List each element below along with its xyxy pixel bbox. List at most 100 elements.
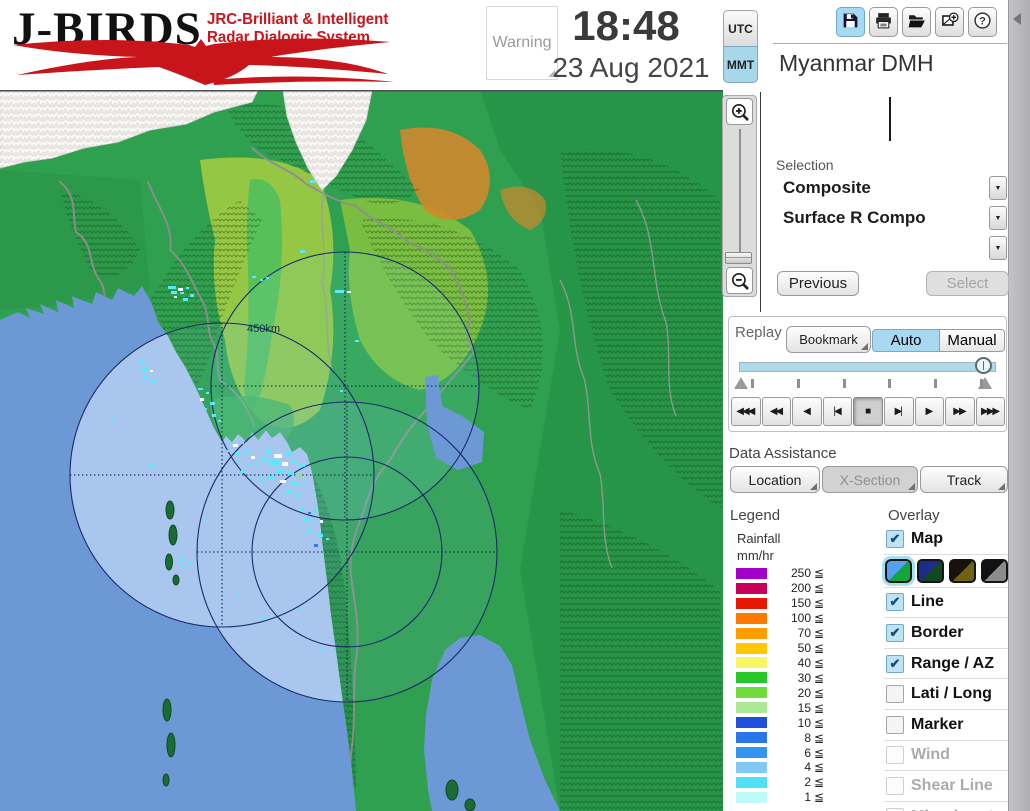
legend-value: 15 <box>797 700 811 715</box>
x-section-label: X-Section <box>839 471 901 488</box>
stop-button[interactable]: ■ <box>853 397 883 426</box>
product-category-dropdown[interactable]: Composite ▼ <box>777 176 1007 202</box>
print-button[interactable] <box>869 7 898 37</box>
manual-mode-button[interactable]: Manual <box>939 329 1005 352</box>
zoom-in-button[interactable] <box>726 98 753 125</box>
panel-collapse-strip[interactable] <box>1008 0 1030 811</box>
location-button[interactable]: Location <box>730 466 820 493</box>
less-equal-icon: ≦ <box>814 700 825 715</box>
legend-scale: 250 ≦ 200 ≦ 150 ≦ 100 ≦ 70 ≦ 50 ≦ 40 ≦ 30 ≦ 20 ≦ 15 ≦ 10 ≦ 8 ≦ 6… <box>736 566 824 805</box>
checkbox-checked-icon[interactable]: ✔ <box>886 529 904 548</box>
legend-value: 40 <box>797 655 811 670</box>
timeline-ticks <box>751 379 983 388</box>
select-button[interactable]: Select <box>926 271 1009 296</box>
clock-time: 18:48 <box>572 2 680 49</box>
less-equal-icon: ≦ <box>814 760 825 775</box>
less-equal-icon: ≦ <box>814 715 825 730</box>
checkbox-icon[interactable] <box>886 715 904 734</box>
replay-group: Replay Bookmark Auto Manual ◀◀◀ ◀◀ ◀ |◀ ■ ▶| ▶… <box>728 316 1007 432</box>
replay-timeline-track[interactable] <box>739 362 996 372</box>
location-label: Location <box>748 471 802 488</box>
step-back-button[interactable]: |◀ <box>822 397 853 426</box>
checkbox-icon <box>886 776 904 795</box>
product-option-dropdown-button[interactable]: ▼ <box>989 236 1007 260</box>
legend-row: 15 ≦ <box>736 700 824 715</box>
bookmark-button[interactable]: Bookmark <box>786 326 871 353</box>
zoom-out-button[interactable] <box>726 267 753 294</box>
help-button[interactable]: ? <box>968 7 997 37</box>
track-button[interactable]: Track <box>920 466 1008 493</box>
checkbox-icon <box>886 746 904 765</box>
play-button[interactable]: ▶ <box>914 397 945 426</box>
legend-value: 70 <box>797 626 811 641</box>
less-equal-icon: ≦ <box>814 581 825 596</box>
timezone-utc-button[interactable]: UTC <box>723 10 758 47</box>
auto-mode-button[interactable]: Auto <box>872 329 940 352</box>
product-type-dropdown-button[interactable]: ▼ <box>989 206 1007 230</box>
legend-swatch <box>736 582 767 594</box>
svg-text:?: ? <box>979 15 986 27</box>
timezone-mmt-button[interactable]: MMT <box>723 46 758 83</box>
save-button[interactable] <box>836 7 865 37</box>
capture-button[interactable] <box>935 7 964 37</box>
product-option-dropdown[interactable]: ▼ <box>777 236 1007 262</box>
checkbox-icon[interactable] <box>886 685 904 704</box>
product-type-dropdown[interactable]: Surface R Compo ▼ <box>777 206 1007 232</box>
legend-value: 6 <box>804 745 811 760</box>
jump-start-button[interactable]: ◀◀◀ <box>731 397 761 426</box>
step-forward-button[interactable]: ▶| <box>883 397 914 426</box>
magnifier-minus-icon <box>731 272 749 290</box>
checkbox-checked-icon[interactable]: ✔ <box>886 593 904 612</box>
overlay-item-label: Wind <box>911 746 950 764</box>
product-category-dropdown-button[interactable]: ▼ <box>989 176 1007 200</box>
legend-swatch <box>736 642 767 654</box>
zoom-slider-track[interactable] <box>739 129 741 257</box>
overlay-item-border[interactable]: ✔ Border <box>884 618 1008 649</box>
legend-value: 50 <box>797 641 811 656</box>
radar-map-canvas[interactable]: 450km <box>0 90 723 811</box>
map-style-swatch-2[interactable] <box>917 558 944 583</box>
panel-divider <box>760 92 761 312</box>
open-file-button[interactable] <box>902 7 931 37</box>
replay-timeline-handle[interactable] <box>975 357 992 374</box>
overlay-item-label: Marker <box>911 715 964 733</box>
overlay-item-marker[interactable]: Marker <box>884 710 1008 741</box>
legend-swatch <box>736 597 767 609</box>
overlay-item-map[interactable]: ✔ Map <box>884 524 1008 555</box>
collapse-panel-arrow-icon[interactable] <box>1013 13 1021 25</box>
data-assistance-label: Data Assistance <box>729 445 837 462</box>
legend-row: 30 ≦ <box>736 670 824 685</box>
checkbox-checked-icon[interactable]: ✔ <box>886 654 904 673</box>
less-equal-icon: ≦ <box>814 670 825 685</box>
map-style-swatch-4[interactable] <box>981 558 1008 583</box>
checkbox-checked-icon[interactable]: ✔ <box>886 623 904 642</box>
legend-swatch <box>736 702 767 714</box>
legend-swatch <box>736 761 767 773</box>
overlay-item-lati-long[interactable]: Lati / Long <box>884 679 1008 710</box>
toolbar: ? <box>836 7 997 37</box>
legend-value: 2 <box>804 775 811 790</box>
overlay-item-line[interactable]: ✔ Line <box>884 588 1008 619</box>
legend-swatch <box>736 776 767 788</box>
overlay-item-range-az[interactable]: ✔ Range / AZ <box>884 649 1008 680</box>
overlay-item-label: Range / AZ <box>911 654 994 672</box>
legend-row: 4 ≦ <box>736 760 824 775</box>
map-style-swatch-1[interactable] <box>885 558 912 583</box>
fast-rewind-button[interactable]: ◀◀ <box>761 397 792 426</box>
overlay-item-microburst: Microburst <box>884 802 1008 811</box>
zoom-slider-handle[interactable] <box>725 252 752 264</box>
map-style-swatches <box>884 555 1008 588</box>
tagline-line1: JRC-Brilliant & Intelligent <box>207 11 389 28</box>
x-section-button[interactable]: X-Section <box>822 466 918 493</box>
map-style-swatch-3[interactable] <box>949 558 976 583</box>
legend-unit-line2: mm/hr <box>737 548 774 563</box>
legend-value: 150 <box>790 596 811 611</box>
capture-icon <box>940 11 959 33</box>
previous-button[interactable]: Previous <box>777 271 859 296</box>
legend-swatch <box>736 791 767 803</box>
legend-swatch <box>736 657 767 669</box>
replay-label: Replay <box>735 324 782 341</box>
play-reverse-button[interactable]: ◀ <box>792 397 822 426</box>
jump-end-button[interactable]: ▶▶▶ <box>975 397 1006 426</box>
fast-forward-button[interactable]: ▶▶ <box>945 397 975 426</box>
